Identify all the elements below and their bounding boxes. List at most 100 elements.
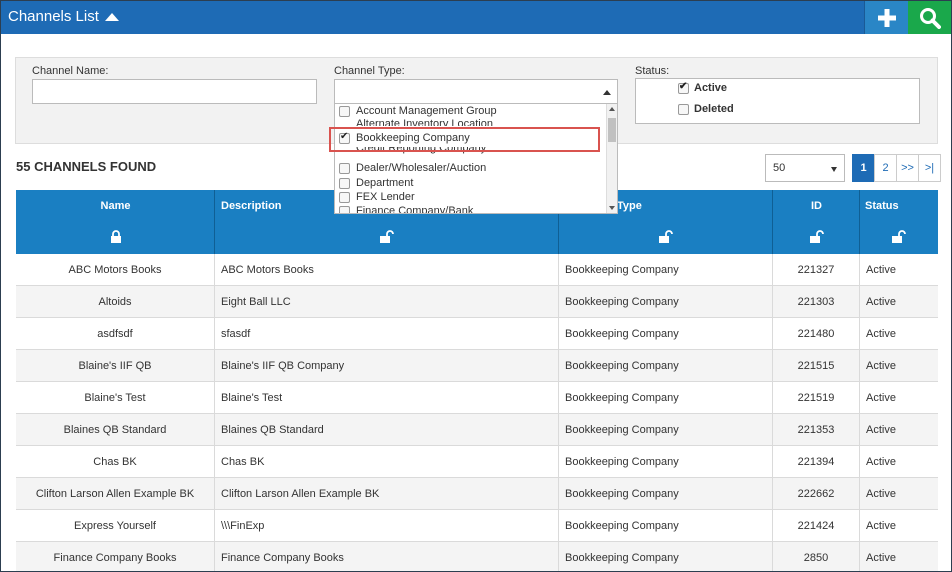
channel-name-input[interactable] bbox=[32, 79, 317, 104]
dropdown-option[interactable]: Bookkeeping Company bbox=[339, 131, 470, 145]
dropdown-option[interactable]: Department bbox=[339, 176, 413, 190]
checkbox-active[interactable] bbox=[678, 81, 689, 94]
option-checkbox[interactable] bbox=[339, 105, 350, 117]
cell-description: Clifton Larson Allen Example BK bbox=[215, 478, 559, 509]
column-header-status[interactable]: Status bbox=[860, 190, 938, 254]
option-checkbox[interactable] bbox=[339, 191, 350, 203]
table-row[interactable]: Altoids Eight Ball LLC Bookkeeping Compa… bbox=[16, 286, 938, 318]
cell-description: Blaine's Test bbox=[215, 382, 559, 413]
cell-type: Bookkeeping Company bbox=[559, 414, 773, 445]
cell-type: Bookkeeping Company bbox=[559, 446, 773, 477]
column-label: Description bbox=[221, 200, 282, 212]
results-count: 55 CHANNELS FOUND bbox=[16, 159, 157, 174]
app-frame: Channels List Channel Name: Channel Type… bbox=[0, 0, 952, 572]
scroll-down-icon[interactable] bbox=[609, 206, 615, 210]
page-title: Channels List bbox=[8, 8, 99, 25]
dropdown-option[interactable]: Credit Reporting Company bbox=[339, 147, 486, 155]
cell-name: Express Yourself bbox=[16, 510, 215, 541]
status-box: Active Deleted bbox=[635, 78, 920, 124]
per-page-select[interactable]: 50 bbox=[765, 154, 845, 182]
lock-icon bbox=[111, 230, 121, 243]
dropdown-option[interactable]: Account Management Group bbox=[339, 104, 497, 118]
cell-description: sfasdf bbox=[215, 318, 559, 349]
cell-name: Blaines QB Standard bbox=[16, 414, 215, 445]
cell-status: Active bbox=[866, 519, 896, 532]
option-checkbox[interactable] bbox=[339, 131, 350, 144]
caret-up-icon bbox=[104, 13, 119, 21]
cell-id: 221394 bbox=[773, 446, 860, 477]
table-row[interactable]: Blaine's Test Blaine's Test Bookkeeping … bbox=[16, 382, 938, 414]
table-row[interactable]: Express Yourself \\\FinExp Bookkeeping C… bbox=[16, 510, 938, 542]
table-row[interactable]: Blaine's IIF QB Blaine's IIF QB Company … bbox=[16, 350, 938, 382]
last-page-button[interactable]: >| bbox=[918, 154, 941, 182]
unlock-icon bbox=[810, 230, 824, 243]
cell-id: 2850 bbox=[773, 542, 860, 571]
dropdown-option[interactable]: Dealer/Wholesaler/Auction bbox=[339, 161, 486, 175]
column-label: ID bbox=[811, 200, 822, 212]
cell-name: ABC Motors Books bbox=[16, 254, 215, 285]
column-header-name[interactable]: Name bbox=[16, 190, 215, 254]
channel-name-label: Channel Name: bbox=[32, 65, 109, 77]
option-checkbox[interactable] bbox=[339, 162, 350, 174]
cell-description: \\\FinExp bbox=[215, 510, 559, 541]
cell-name: asdfsdf bbox=[16, 318, 215, 349]
chevron-down-icon bbox=[831, 167, 837, 172]
option-checkbox[interactable] bbox=[339, 177, 350, 189]
table-row[interactable]: Finance Company Books Finance Company Bo… bbox=[16, 542, 938, 571]
cell-id: 221519 bbox=[773, 382, 860, 413]
cell-status: Active bbox=[866, 487, 896, 500]
option-label: Bookkeeping Company bbox=[356, 132, 470, 144]
option-label: Department bbox=[356, 177, 414, 189]
checkbox-deleted[interactable] bbox=[678, 103, 689, 115]
cell-description: ABC Motors Books bbox=[215, 254, 559, 285]
table-row[interactable]: Chas BK Chas BK Bookkeeping Company 2213… bbox=[16, 446, 938, 478]
option-checkbox[interactable] bbox=[339, 205, 350, 213]
scroll-up-icon[interactable] bbox=[609, 107, 615, 111]
dropdown-scrollbar[interactable] bbox=[606, 104, 617, 213]
status-label: Status: bbox=[635, 65, 670, 77]
cell-status: Active bbox=[866, 359, 896, 372]
cell-status: Active bbox=[866, 551, 896, 564]
column-label: Status bbox=[865, 200, 899, 212]
cell-status: Active bbox=[866, 455, 896, 468]
add-channel-button[interactable] bbox=[864, 1, 908, 34]
cell-id: 221327 bbox=[773, 254, 860, 285]
cell-status: Active bbox=[866, 423, 896, 436]
option-label: Finance Company/Bank bbox=[356, 205, 474, 214]
cell-description: Eight Ball LLC bbox=[215, 286, 559, 317]
channel-type-dropdown[interactable]: Account Management Group Alternate Inven… bbox=[334, 103, 618, 214]
dropdown-option[interactable]: FEX Lender bbox=[339, 190, 415, 204]
cell-name: Chas BK bbox=[16, 446, 215, 477]
table-row[interactable]: Clifton Larson Allen Example BK Clifton … bbox=[16, 478, 938, 510]
dropdown-option[interactable]: Alternate Inventory Location bbox=[339, 117, 493, 126]
cell-name: Finance Company Books bbox=[16, 542, 215, 571]
page-1-button[interactable]: 1 bbox=[852, 154, 875, 182]
scroll-thumb[interactable] bbox=[608, 118, 616, 142]
cell-name: Altoids bbox=[16, 286, 215, 317]
channels-table: Name Description Type ID Status ABC Moto… bbox=[16, 190, 938, 571]
page-2-button[interactable]: 2 bbox=[874, 154, 897, 182]
cell-type: Bookkeeping Company bbox=[559, 510, 773, 541]
column-label: Name bbox=[100, 200, 131, 212]
collapse-toggle[interactable]: Channels List bbox=[8, 8, 119, 25]
table-row[interactable]: Blaines QB Standard Blaines QB Standard … bbox=[16, 414, 938, 446]
channel-type-select[interactable] bbox=[334, 79, 618, 104]
search-button[interactable] bbox=[908, 1, 951, 34]
cell-status: Active bbox=[866, 327, 896, 340]
next-page-button[interactable]: >> bbox=[896, 154, 919, 182]
cell-description: Chas BK bbox=[215, 446, 559, 477]
cell-id: 221303 bbox=[773, 286, 860, 317]
cell-id: 221424 bbox=[773, 510, 860, 541]
plus-icon bbox=[877, 8, 896, 27]
cell-type: Bookkeeping Company bbox=[559, 318, 773, 349]
cell-id: 221353 bbox=[773, 414, 860, 445]
table-row[interactable]: ABC Motors Books ABC Motors Books Bookke… bbox=[16, 254, 938, 286]
table-row[interactable]: asdfsdf sfasdf Bookkeeping Company 22148… bbox=[16, 318, 938, 350]
dropdown-option[interactable]: Finance Company/Bank bbox=[339, 204, 474, 214]
search-icon bbox=[919, 7, 941, 29]
status-option-active[interactable]: Active bbox=[678, 81, 727, 94]
cell-type: Bookkeeping Company bbox=[559, 382, 773, 413]
status-option-deleted[interactable]: Deleted bbox=[678, 103, 734, 115]
column-header-id[interactable]: ID bbox=[773, 190, 860, 254]
cell-name: Clifton Larson Allen Example BK bbox=[16, 478, 215, 509]
